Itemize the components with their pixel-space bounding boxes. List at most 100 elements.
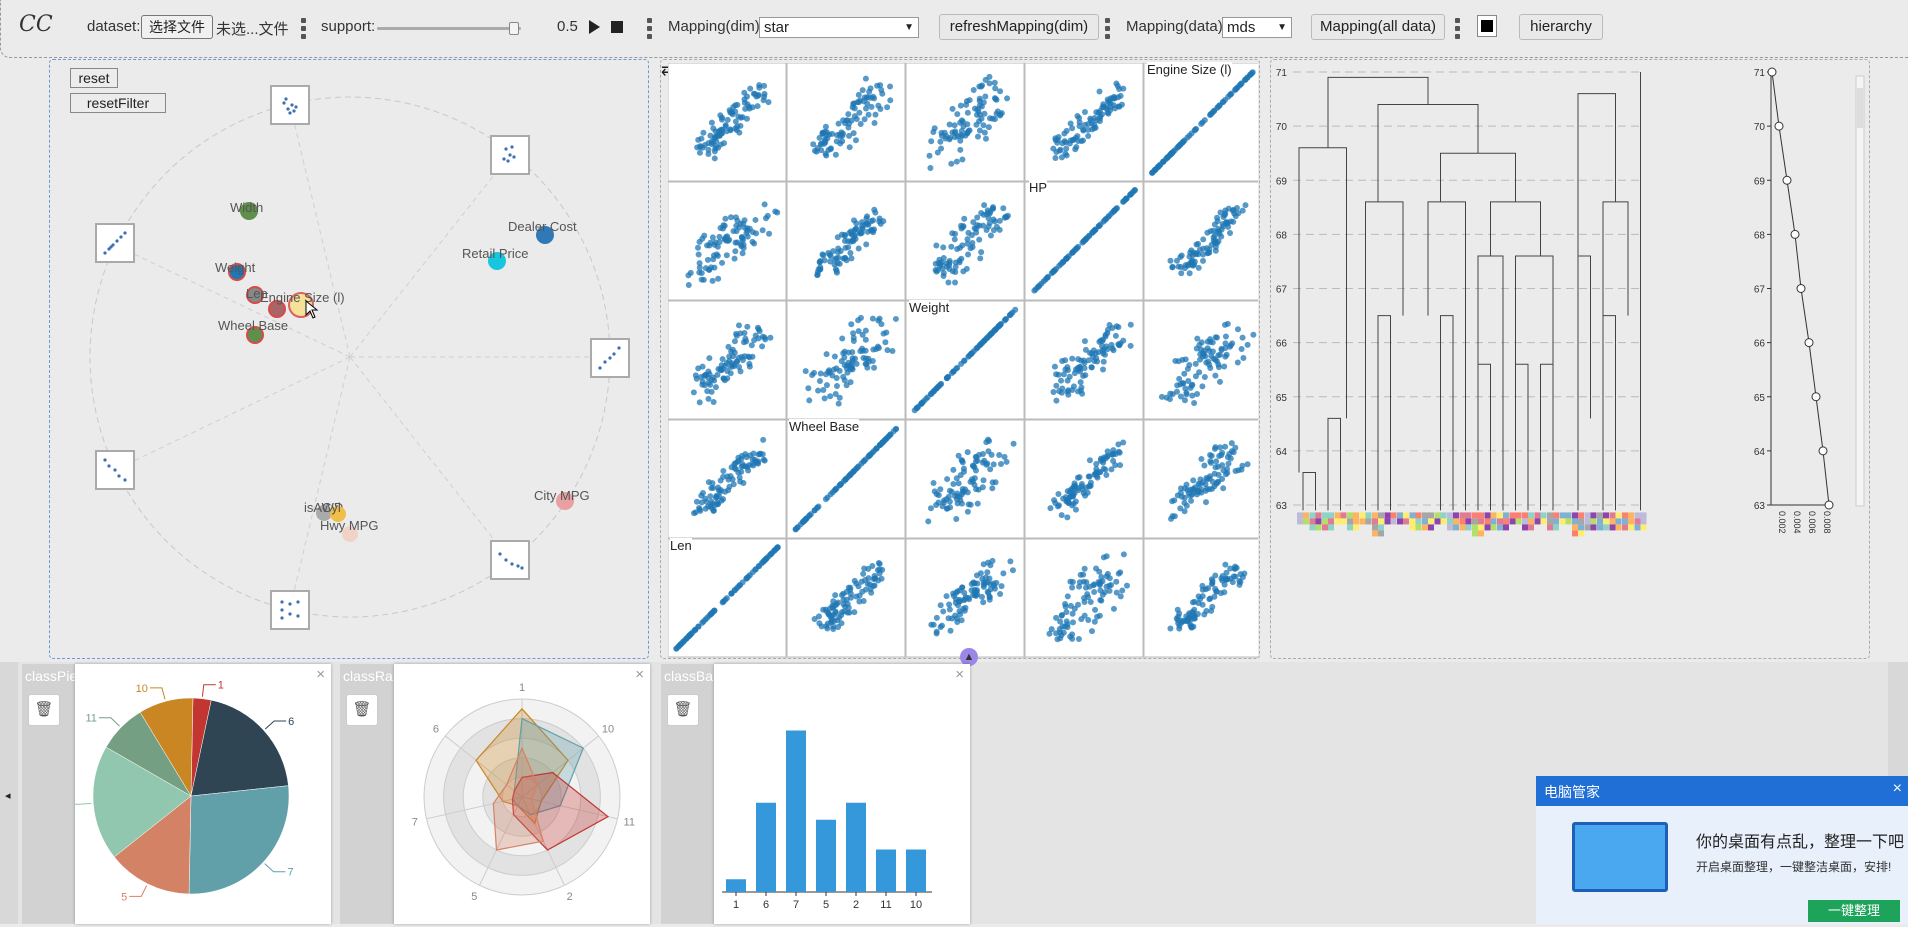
- drag-handle[interactable]: [1455, 18, 1460, 40]
- data-point: [831, 618, 838, 625]
- chevron-down-icon: ▼: [1277, 22, 1287, 33]
- axis-thumbnail[interactable]: [490, 135, 530, 175]
- color-picker[interactable]: [1477, 15, 1497, 37]
- popup-action-button[interactable]: 一键整理: [1808, 900, 1900, 922]
- dendro-link: [1577, 93, 1616, 257]
- data-point: [862, 75, 869, 82]
- data-point: [761, 201, 768, 208]
- data-point: [985, 448, 992, 455]
- axis-thumbnail[interactable]: [590, 338, 630, 378]
- star-plot[interactable]: [50, 60, 650, 660]
- data-point: [847, 249, 854, 256]
- data-point: [996, 452, 1003, 459]
- data-point: [943, 375, 950, 382]
- leaf-swatch: [1528, 512, 1534, 519]
- mapping-data-select[interactable]: mds ▼: [1222, 17, 1292, 38]
- close-icon[interactable]: ×: [316, 666, 325, 683]
- trash-icon[interactable]: 🗑: [667, 694, 699, 726]
- data-point: [734, 458, 741, 465]
- data-point: [723, 233, 730, 240]
- data-point: [710, 256, 717, 263]
- close-icon[interactable]: ×: [635, 666, 644, 683]
- data-point: [1085, 133, 1092, 140]
- bar: [846, 802, 866, 892]
- choose-file-button[interactable]: 选择文件: [141, 15, 213, 39]
- axis-thumbnail[interactable]: [95, 223, 135, 263]
- data-point: [845, 124, 852, 131]
- refresh-mapping-button[interactable]: refreshMapping(dim): [939, 14, 1099, 40]
- height-point: [1818, 446, 1828, 456]
- data-point: [814, 272, 821, 279]
- drag-handle[interactable]: [647, 18, 652, 40]
- trash-icon[interactable]: 🗑: [28, 694, 60, 726]
- data-point: [865, 111, 872, 118]
- scatter-matrix[interactable]: [668, 63, 1258, 658]
- trash-icon[interactable]: 🗑: [346, 694, 378, 726]
- scroll-left[interactable]: ◂: [0, 662, 18, 924]
- mapping-all-button[interactable]: Mapping(all data): [1311, 14, 1445, 40]
- leaf-swatch: [1390, 518, 1397, 525]
- stop-icon[interactable]: [611, 21, 623, 33]
- data-point: [991, 582, 998, 589]
- popup-sub-text: 开启桌面整理，一键整洁桌面，安排!: [1696, 860, 1892, 874]
- hierarchy-button[interactable]: hierarchy: [1519, 14, 1603, 40]
- leaf-swatch: [1415, 518, 1422, 525]
- drag-handle[interactable]: [301, 18, 306, 40]
- data-point: [1086, 583, 1093, 590]
- x-tick-label: 11: [880, 899, 891, 911]
- support-slider[interactable]: [377, 22, 521, 35]
- close-icon[interactable]: ×: [955, 666, 964, 683]
- bar-card: × 1 6 7 5 2 11 10: [714, 664, 970, 924]
- close-icon[interactable]: ×: [1893, 780, 1902, 798]
- data-point: [1212, 572, 1219, 579]
- data-point: [875, 577, 882, 584]
- data-point: [1220, 485, 1227, 492]
- data-point: [703, 498, 710, 505]
- data-point: [881, 437, 888, 444]
- data-point: [1234, 84, 1241, 91]
- play-icon[interactable]: [589, 20, 600, 34]
- data-point: [700, 129, 707, 136]
- toolbar: CC dataset: 选择文件 未选...文件 support: 0.5 Ma…: [0, 0, 1908, 58]
- data-point: [822, 123, 829, 130]
- leaf-swatch: [1578, 512, 1584, 519]
- leaf-swatch: [1378, 530, 1384, 537]
- slider-thumb[interactable]: [509, 22, 519, 35]
- bar-chart[interactable]: 1 6 7 5 2 11 10: [714, 664, 970, 924]
- data-point: [1127, 342, 1134, 349]
- data-point: [820, 606, 827, 613]
- radar-chart[interactable]: 1 10 11 2 5 7 6: [394, 664, 650, 924]
- data-point: [1059, 385, 1066, 392]
- data-point: [1176, 142, 1183, 149]
- leaf-swatch: [1609, 512, 1616, 519]
- axis-thumbnail[interactable]: [490, 540, 530, 580]
- data-point: [848, 255, 855, 262]
- data-point: [696, 238, 703, 245]
- notification-popup: 电脑管家 × 你的桌面有点乱，整理一下吧 开启桌面整理，一键整洁桌面，安排! 一…: [1536, 776, 1908, 924]
- popup-title: 电脑管家: [1544, 784, 1600, 800]
- dimension-label: Width: [230, 200, 264, 215]
- leaf-swatch: [1609, 518, 1616, 525]
- leaf-swatch: [1534, 518, 1541, 525]
- data-point: [1086, 457, 1093, 464]
- height-point: [1782, 175, 1792, 185]
- data-point: [820, 386, 827, 393]
- cursor-icon: [305, 300, 319, 319]
- axis-thumbnail[interactable]: [270, 85, 310, 125]
- leaf-swatch: [1378, 518, 1384, 525]
- data-point: [1120, 439, 1127, 446]
- data-point: [712, 384, 719, 391]
- leaf-swatch: [1603, 512, 1609, 519]
- chevron-down-icon: ▼: [904, 22, 914, 33]
- mapping-dim-select[interactable]: star ▼: [759, 17, 919, 38]
- dendrogram[interactable]: 71 70 69 68 67 66 65 64 63 71 70 69 68 67 66 65 64 63 0.00…: [1271, 60, 1871, 660]
- pie-chart[interactable]: 1 6 7 5 11 10: [67, 664, 331, 924]
- data-point: [717, 487, 724, 494]
- drag-handle[interactable]: [1105, 18, 1110, 40]
- axis-thumbnail[interactable]: [95, 450, 135, 490]
- height-point: [1811, 392, 1821, 402]
- data-point: [969, 243, 976, 250]
- data-point: [1200, 251, 1207, 258]
- data-point: [926, 152, 933, 159]
- axis-thumbnail[interactable]: [270, 590, 310, 630]
